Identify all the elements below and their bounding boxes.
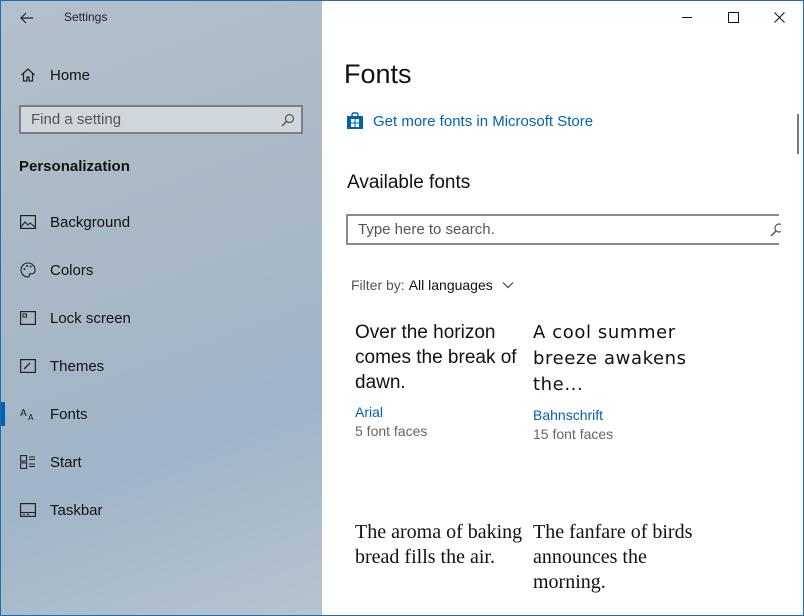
close-icon xyxy=(773,12,785,23)
sidebar-item-fonts[interactable]: A A Fonts xyxy=(1,390,322,438)
store-link-label: Get more fonts in Microsoft Store xyxy=(373,112,594,130)
sidebar-item-background[interactable]: Background xyxy=(1,198,322,246)
minimize-icon xyxy=(681,17,692,18)
store-link[interactable]: Get more fonts in Microsoft Store xyxy=(346,110,593,132)
font-card[interactable]: The fanfare of birds announces the morni… xyxy=(533,520,708,595)
page-title: Fonts xyxy=(344,59,412,89)
font-search-box[interactable] xyxy=(346,214,781,245)
brush-icon xyxy=(19,357,37,375)
picture-icon xyxy=(19,213,37,231)
app-title: Settings xyxy=(64,10,108,24)
font-search-input[interactable] xyxy=(348,216,758,243)
chevron-down-icon xyxy=(502,282,514,289)
main-content: Fonts Get more fonts in Microsoft Store … xyxy=(322,1,803,615)
svg-text:A: A xyxy=(20,408,27,419)
close-button[interactable] xyxy=(756,1,802,34)
settings-window: Settings Home Personalization xyxy=(0,0,804,616)
sidebar-item-home[interactable]: Home xyxy=(1,59,322,91)
maximize-icon xyxy=(727,12,739,23)
font-faces-count: 15 font faces xyxy=(533,426,614,442)
font-sample: The aroma of baking bread fills the air. xyxy=(355,521,523,568)
font-name: Arial xyxy=(355,404,384,420)
font-sample: A cool summer breeze awakens the... xyxy=(533,322,687,395)
sidebar-item-colors[interactable]: Colors xyxy=(1,246,322,294)
sidebar-nav: Background Colors Lock screen Themes A A… xyxy=(1,198,322,534)
filter-value: All languages xyxy=(408,277,493,293)
back-arrow-icon xyxy=(20,12,33,24)
title-bar: Settings xyxy=(1,1,322,35)
find-setting-box[interactable] xyxy=(19,105,303,134)
back-button[interactable] xyxy=(11,5,43,31)
sidebar-item-start[interactable]: Start xyxy=(1,438,322,486)
home-icon xyxy=(19,66,37,84)
start-icon xyxy=(19,453,37,471)
maximize-button[interactable] xyxy=(710,1,756,34)
scrollbar-thumb[interactable] xyxy=(797,114,799,154)
font-card[interactable]: The aroma of baking bread fills the air. xyxy=(355,520,525,570)
minimize-button[interactable] xyxy=(664,1,710,34)
sidebar-item-themes[interactable]: Themes xyxy=(1,342,322,390)
font-name: Bahnschrift xyxy=(533,407,604,423)
search-icon xyxy=(281,113,295,127)
sidebar-item-lock-screen[interactable]: Lock screen xyxy=(1,294,322,342)
sidebar-item-label: Fonts xyxy=(50,405,88,423)
taskbar-icon xyxy=(19,501,37,519)
sidebar-item-label: Background xyxy=(50,213,131,231)
section-heading: Personalization xyxy=(19,158,130,175)
sidebar-item-taskbar[interactable]: Taskbar xyxy=(1,486,322,534)
font-card-bahnschrift[interactable]: A cool summer breeze awakens the... Bahn… xyxy=(533,320,703,442)
font-sample: The fanfare of birds announces the morni… xyxy=(533,521,693,593)
section-title: Available fonts xyxy=(347,172,471,193)
font-icon: A A xyxy=(19,405,37,423)
sidebar-item-label: Start xyxy=(50,453,82,471)
svg-text:A: A xyxy=(28,413,34,421)
lock-screen-icon xyxy=(19,309,37,327)
palette-icon xyxy=(19,261,37,279)
sidebar-item-label: Home xyxy=(50,66,91,84)
filter-label: Filter by: xyxy=(351,277,405,293)
sidebar-item-label: Taskbar xyxy=(50,501,103,519)
find-setting-input[interactable] xyxy=(21,107,271,132)
language-filter[interactable]: Filter by: All languages xyxy=(351,277,514,293)
sidebar-item-label: Colors xyxy=(50,261,94,279)
font-sample: Over the horizon comes the break of dawn… xyxy=(355,322,517,393)
font-faces-count: 5 font faces xyxy=(355,423,428,439)
sidebar: Settings Home Personalization xyxy=(1,1,322,615)
font-card-arial[interactable]: Over the horizon comes the break of dawn… xyxy=(355,320,525,439)
sidebar-item-label: Themes xyxy=(50,357,105,375)
sidebar-item-label: Lock screen xyxy=(50,309,131,327)
search-icon xyxy=(770,223,781,237)
store-bag-icon xyxy=(347,112,363,129)
